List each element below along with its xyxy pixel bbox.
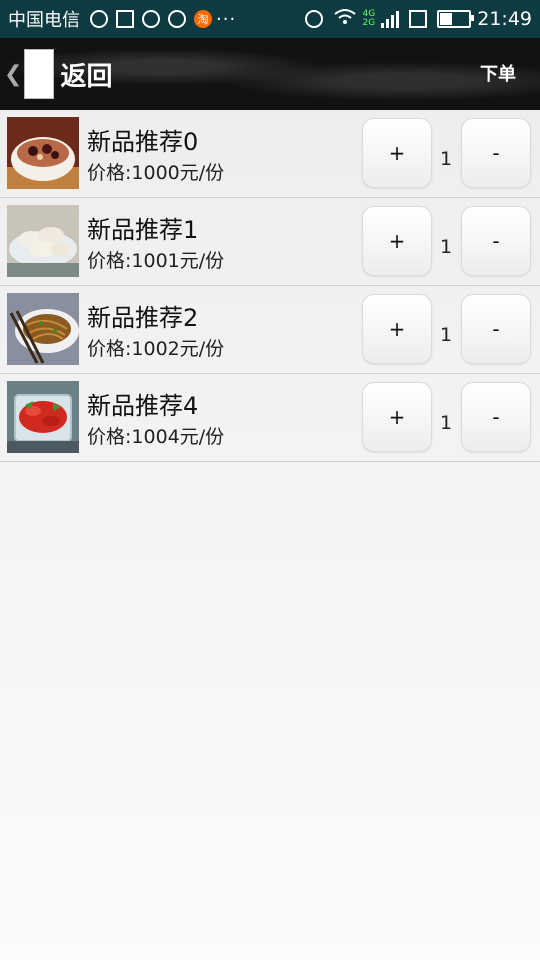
item-quantity: 1	[439, 148, 453, 170]
image-icon	[116, 10, 134, 28]
list-item[interactable]: 新品推荐4 价格:1004元/份 + 1 -	[0, 374, 540, 462]
item-price: 价格:1001元/份	[87, 250, 225, 272]
item-quantity: 1	[439, 324, 453, 346]
status-bar: 中国电信 淘 ··· 4G 2G 21:49	[0, 0, 540, 38]
food-image-dumplings	[7, 205, 79, 277]
increase-quantity-button[interactable]: +	[362, 382, 432, 452]
signal-icon	[381, 10, 400, 28]
item-quantity: 1	[439, 236, 453, 258]
list-item[interactable]: 新品推荐1 价格:1001元/份 + 1 -	[0, 198, 540, 286]
decrease-quantity-button[interactable]: -	[461, 382, 531, 452]
menu-item-list: 新品推荐0 价格:1000元/份 + 1 - 新品推荐1 价格:1001元/份 …	[0, 110, 540, 462]
chevron-left-icon: ❮	[4, 61, 23, 87]
item-price: 价格:1002元/份	[87, 338, 225, 360]
notification-app-icon	[90, 10, 108, 28]
clock: 21:49	[477, 8, 532, 30]
carrier-name: 中国电信	[8, 10, 80, 31]
item-quantity: 1	[439, 412, 453, 434]
battery-icon	[437, 10, 475, 28]
food-image-soup	[7, 117, 79, 189]
item-name: 新品推荐4	[87, 392, 199, 420]
item-price: 价格:1000元/份	[87, 162, 225, 184]
increase-quantity-button[interactable]: +	[362, 118, 432, 188]
item-name: 新品推荐1	[87, 216, 199, 244]
decrease-quantity-button[interactable]: -	[461, 294, 531, 364]
sim-icon	[409, 10, 428, 28]
increase-quantity-button[interactable]: +	[362, 294, 432, 364]
increase-quantity-button[interactable]: +	[362, 206, 432, 276]
taobao-icon: 淘	[194, 10, 212, 28]
food-image-salad	[7, 381, 79, 453]
decrease-quantity-button[interactable]: -	[461, 206, 531, 276]
back-label: 返回	[60, 61, 113, 92]
item-name: 新品推荐2	[87, 304, 199, 332]
network-2g-label: 2G	[362, 18, 376, 28]
download-icon	[142, 10, 160, 28]
decrease-quantity-button[interactable]: -	[461, 118, 531, 188]
alarm-icon	[304, 10, 323, 28]
place-order-button[interactable]: 下单	[480, 60, 516, 86]
list-item[interactable]: 新品推荐0 价格:1000元/份 + 1 -	[0, 110, 540, 198]
back-app-icon	[24, 49, 55, 99]
item-name: 新品推荐0	[87, 128, 199, 156]
more-notifications-icon: ···	[216, 8, 237, 30]
title-bar: ❮ 返回 下单	[0, 38, 540, 110]
network-type-indicator: 4G 2G	[363, 10, 376, 28]
item-price: 价格:1004元/份	[87, 426, 225, 448]
download-icon-2	[168, 10, 186, 28]
wifi-icon	[333, 8, 357, 31]
back-button[interactable]: ❮ 返回	[4, 48, 112, 100]
list-item[interactable]: 新品推荐2 价格:1002元/份 + 1 -	[0, 286, 540, 374]
food-image-noodles	[7, 293, 79, 365]
